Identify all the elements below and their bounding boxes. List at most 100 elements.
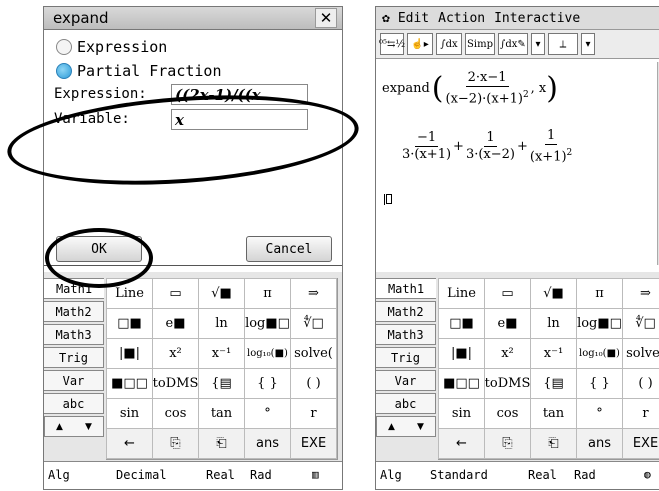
key-ans[interactable]: ans	[244, 428, 291, 459]
key-line[interactable]: Line	[438, 278, 485, 309]
key-sin[interactable]: sin	[438, 398, 485, 429]
tab-trig[interactable]: Trig	[376, 347, 436, 368]
status-angle[interactable]: Rad	[574, 468, 596, 482]
key-fraction-bar-icon[interactable]: ▭	[152, 278, 199, 309]
key-paste-icon[interactable]: ⎗	[530, 428, 577, 459]
key-exe[interactable]: EXE	[622, 428, 659, 459]
key-implies[interactable]: ⇒	[622, 278, 659, 309]
key-copy-icon[interactable]: ⎘	[152, 428, 199, 459]
simp-button[interactable]: Simp	[465, 33, 495, 55]
key-abs[interactable]: |■|	[106, 338, 153, 369]
key-braces[interactable]: { }	[244, 368, 291, 399]
menu-action[interactable]: Action	[438, 11, 485, 26]
graph-icon[interactable]: ⟂	[548, 33, 578, 55]
scroll-up-icon[interactable]: ▲	[45, 417, 74, 436]
key-ans[interactable]: ans	[576, 428, 623, 459]
key-nth-root[interactable]: ∜□	[622, 308, 659, 339]
status-complex[interactable]: Real	[528, 468, 557, 482]
key-matrix[interactable]: ■□□	[106, 368, 153, 399]
key-inverse[interactable]: x⁻¹	[530, 338, 577, 369]
key-ln[interactable]: ln	[198, 308, 245, 339]
key-log10[interactable]: log₁₀(■)	[576, 338, 623, 369]
status-format[interactable]: Standard	[430, 468, 488, 482]
tab-math2[interactable]: Math2	[44, 301, 104, 322]
tab-math2[interactable]: Math2	[376, 301, 436, 322]
key-degree[interactable]: °	[576, 398, 623, 429]
key-abs[interactable]: |■|	[438, 338, 485, 369]
key-parens[interactable]: ( )	[290, 368, 337, 399]
menu-edit[interactable]: Edit	[398, 11, 429, 26]
tab-trig[interactable]: Trig	[44, 347, 104, 368]
tab-math3[interactable]: Math3	[376, 324, 436, 345]
key-tan[interactable]: tan	[198, 398, 245, 429]
key-tan[interactable]: tan	[530, 398, 577, 429]
key-nth-root[interactable]: ∜□	[290, 308, 337, 339]
key-radian[interactable]: r	[290, 398, 337, 429]
key-braces[interactable]: { }	[576, 368, 623, 399]
key-log-base[interactable]: log■□	[576, 308, 623, 339]
key-square[interactable]: x²	[484, 338, 531, 369]
key-parens[interactable]: ( )	[622, 368, 659, 399]
key-piecewise[interactable]: {▤	[198, 368, 245, 399]
key-piecewise[interactable]: {▤	[530, 368, 577, 399]
key-sqrt[interactable]: √■	[530, 278, 577, 309]
key-log10[interactable]: log₁₀(■)	[244, 338, 291, 369]
key-log-base[interactable]: log■□	[244, 308, 291, 339]
key-paste-icon[interactable]: ⎗	[198, 428, 245, 459]
key-square[interactable]: x²	[152, 338, 199, 369]
scroll-down-icon[interactable]: ▼	[406, 417, 435, 436]
status-complex[interactable]: Real	[206, 468, 235, 482]
key-exp[interactable]: e■	[152, 308, 199, 339]
key-exp[interactable]: e■	[484, 308, 531, 339]
status-format[interactable]: Decimal	[116, 468, 167, 482]
key-solve[interactable]: solve(	[290, 338, 337, 369]
cancel-button[interactable]: Cancel	[246, 236, 332, 262]
tab-abc[interactable]: abc	[376, 393, 436, 414]
scroll-down-icon[interactable]: ▼	[74, 417, 103, 436]
dropdown-icon-2[interactable]: ▾	[581, 33, 595, 55]
integral-icon[interactable]: ∫dx	[436, 33, 462, 55]
tab-math1[interactable]: Math1	[376, 278, 436, 299]
radio-button-selected-icon[interactable]	[56, 63, 72, 79]
key-sqrt[interactable]: √■	[198, 278, 245, 309]
key-ln[interactable]: ln	[530, 308, 577, 339]
key-inverse[interactable]: x⁻¹	[198, 338, 245, 369]
key-fraction-bar-icon[interactable]: ▭	[484, 278, 531, 309]
tab-abc[interactable]: abc	[44, 393, 104, 414]
input-box-icon[interactable]	[386, 194, 392, 204]
scroll-up-icon[interactable]: ▲	[377, 417, 406, 436]
status-mode[interactable]: Alg	[380, 468, 402, 482]
key-exe[interactable]: EXE	[290, 428, 337, 459]
settings-gear-icon[interactable]: ✿	[382, 11, 390, 26]
status-angle[interactable]: Rad	[250, 468, 272, 482]
tab-math3[interactable]: Math3	[44, 324, 104, 345]
key-cos[interactable]: cos	[152, 398, 199, 429]
key-power[interactable]: □■	[106, 308, 153, 339]
key-power[interactable]: □■	[438, 308, 485, 339]
key-degree[interactable]: °	[244, 398, 291, 429]
key-pi[interactable]: π	[576, 278, 623, 309]
status-mode[interactable]: Alg	[48, 468, 70, 482]
key-todms[interactable]: toDMS	[484, 368, 531, 399]
main-work-area[interactable]: expand ( 2·x−1 (x−2)·(x+1)2 , x ) −1 3·(…	[376, 62, 656, 265]
radio-button-icon[interactable]	[56, 39, 72, 55]
key-backspace-icon[interactable]: ←	[438, 428, 485, 459]
tab-var[interactable]: Var	[44, 370, 104, 391]
key-todms[interactable]: toDMS	[152, 368, 199, 399]
integral-edit-icon[interactable]: ∫dx✎	[498, 33, 528, 55]
key-cos[interactable]: cos	[484, 398, 531, 429]
key-solve[interactable]: solve(	[622, 338, 659, 369]
key-copy-icon[interactable]: ⎘	[484, 428, 531, 459]
radio-expression[interactable]: Expression	[56, 38, 167, 56]
key-backspace-icon[interactable]: ←	[106, 428, 153, 459]
close-icon[interactable]: ✕	[315, 8, 337, 28]
tab-var[interactable]: Var	[376, 370, 436, 391]
key-sin[interactable]: sin	[106, 398, 153, 429]
key-pi[interactable]: π	[244, 278, 291, 309]
key-radian[interactable]: r	[622, 398, 659, 429]
radio-partial-fraction[interactable]: Partial Fraction	[56, 62, 222, 80]
key-implies[interactable]: ⇒	[290, 278, 337, 309]
stylus-mode-icon[interactable]: ☝▸	[407, 33, 433, 55]
fraction-decimal-toggle-icon[interactable]: ⁰⁵⇆½	[379, 33, 405, 55]
dropdown-icon[interactable]: ▾	[531, 33, 545, 55]
